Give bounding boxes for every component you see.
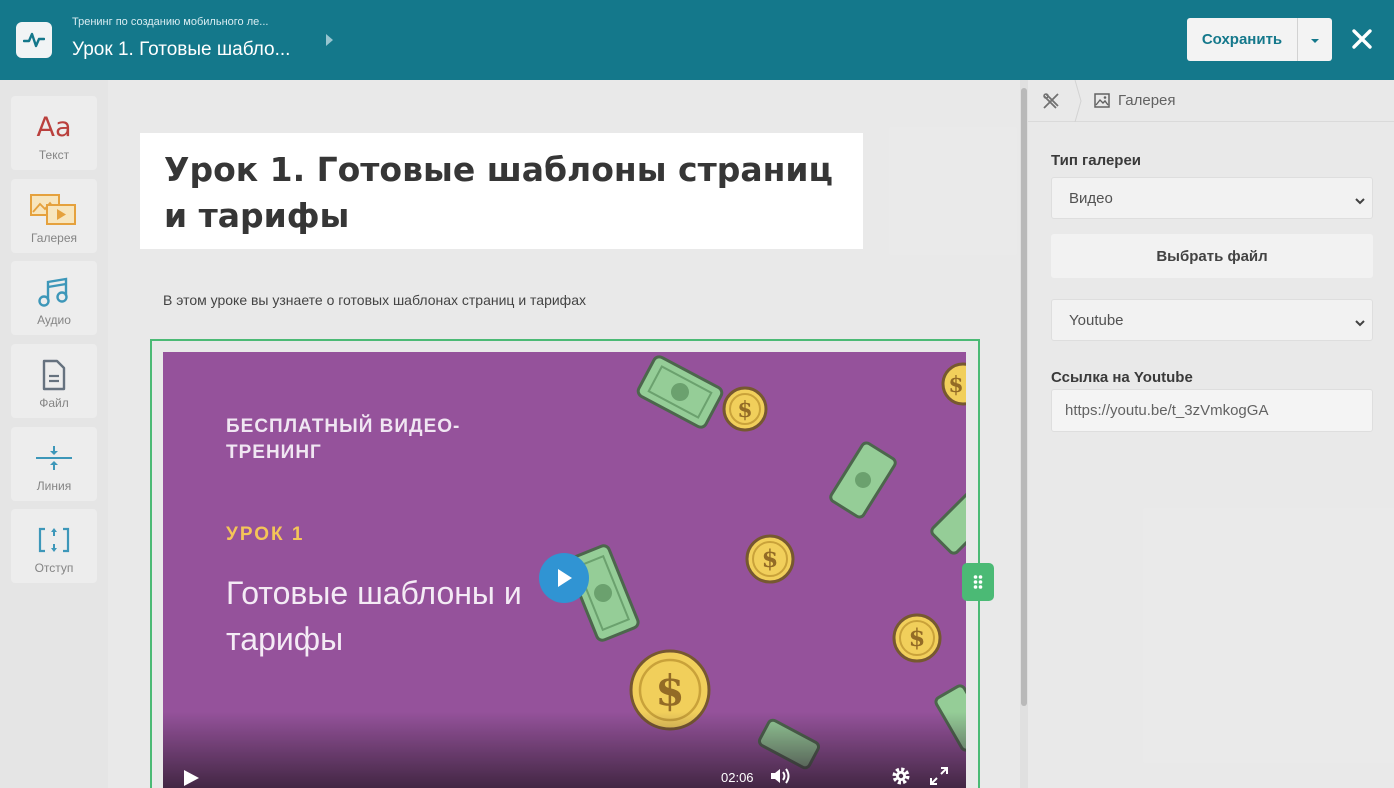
tool-audio[interactable]: Аудио — [11, 261, 97, 335]
music-icon — [37, 275, 71, 309]
video-source-select[interactable]: Youtube — [1051, 299, 1373, 341]
video-source-value: Youtube — [1069, 311, 1124, 329]
chevron-right-icon[interactable] — [324, 33, 334, 52]
video-title: Готовые шаблоны и тарифы — [226, 575, 522, 657]
breadcrumb-lesson[interactable]: Урок 1. Готовые шабло... — [72, 39, 290, 61]
save-dropdown-toggle[interactable] — [1298, 18, 1332, 61]
tool-file[interactable]: Файл — [11, 344, 97, 418]
tool-label: Текст — [38, 148, 70, 162]
play-icon[interactable] — [539, 553, 589, 603]
fullscreen-icon[interactable] — [929, 766, 949, 788]
tool-line[interactable]: Линия — [11, 427, 97, 501]
controls-gradient — [163, 712, 966, 788]
top-bar: Тренинг по созданию мобильного ле... Уро… — [0, 0, 1394, 80]
save-button-group: Сохранить — [1187, 18, 1332, 61]
block-toolbar: Aa Текст Галерея Аудио Файл Линия Отступ — [0, 80, 108, 788]
properties-panel: Галерея Тип галереи Видео Выбрать файл Y… — [1028, 79, 1394, 788]
breadcrumb-separator — [1074, 79, 1082, 127]
control-play-icon[interactable] — [181, 768, 201, 788]
editor-canvas: Урок 1. Готовые шаблоны страниц и тарифы… — [108, 80, 1020, 788]
panel-breadcrumb-label: Галерея — [1118, 92, 1176, 109]
text-icon: Aa — [36, 110, 71, 144]
youtube-link-label: Ссылка на Youtube — [1051, 369, 1193, 386]
tool-gallery[interactable]: Галерея — [11, 179, 97, 253]
spacing-icon — [36, 523, 72, 557]
scrollbar-thumb[interactable] — [1021, 88, 1027, 706]
video-lesson-number: УРОК 1 — [226, 524, 305, 545]
gallery-icon — [29, 193, 79, 227]
svg-text:$: $ — [737, 397, 752, 423]
panel-breadcrumb: Галерея — [1028, 79, 1394, 123]
youtube-link-input[interactable] — [1051, 389, 1373, 432]
video-player[interactable]: $ $ $ $ $ БЕСПЛАТНЫЙ ВИДЕО-ТРЕНИНГ УРОК … — [163, 352, 966, 788]
video-kicker: БЕСПЛАТНЫЙ ВИДЕО-ТРЕНИНГ — [226, 416, 461, 463]
tools-icon[interactable] — [1042, 92, 1060, 115]
tool-label: Галерея — [30, 231, 78, 245]
svg-text:$: $ — [948, 372, 963, 398]
chevron-down-icon — [1354, 192, 1366, 209]
tool-label: Отступ — [34, 561, 74, 575]
svg-text:$: $ — [762, 544, 779, 573]
svg-text:$: $ — [909, 623, 926, 652]
pulse-logo-icon[interactable] — [16, 22, 52, 58]
gear-icon[interactable] — [891, 766, 911, 788]
gallery-type-select[interactable]: Видео — [1051, 177, 1373, 219]
tool-text[interactable]: Aa Текст — [11, 96, 97, 170]
volume-icon[interactable] — [769, 766, 791, 788]
video-block[interactable]: $ $ $ $ $ БЕСПЛАТНЫЙ ВИДЕО-ТРЕНИНГ УРОК … — [150, 339, 980, 788]
video-duration: 02:06 — [721, 770, 754, 785]
drag-handle-icon[interactable] — [962, 563, 994, 601]
gallery-type-value: Видео — [1069, 189, 1113, 207]
text-glyph: Aa — [36, 111, 72, 143]
lesson-description[interactable]: В этом уроке вы узнаете о готовых шаблон… — [163, 292, 586, 308]
chevron-down-icon — [1354, 314, 1366, 331]
image-icon — [1094, 93, 1110, 113]
tool-label: Линия — [36, 479, 72, 493]
page-title[interactable]: Урок 1. Готовые шаблоны страниц и тарифы — [164, 147, 839, 239]
tool-label: Аудио — [37, 313, 71, 327]
title-block[interactable]: Урок 1. Готовые шаблоны страниц и тарифы — [140, 133, 863, 249]
breadcrumb-course[interactable]: Тренинг по созданию мобильного ле... — [72, 16, 268, 28]
tool-spacing[interactable]: Отступ — [11, 509, 97, 583]
choose-file-button[interactable]: Выбрать файл — [1051, 234, 1373, 278]
caret-down-icon — [1310, 31, 1320, 49]
gallery-type-label: Тип галереи — [1051, 152, 1142, 169]
line-icon — [34, 441, 74, 475]
svg-text:$: $ — [655, 666, 684, 715]
file-icon — [41, 358, 67, 392]
close-icon[interactable] — [1350, 27, 1374, 51]
save-button[interactable]: Сохранить — [1187, 18, 1298, 61]
tool-label: Файл — [39, 396, 69, 410]
